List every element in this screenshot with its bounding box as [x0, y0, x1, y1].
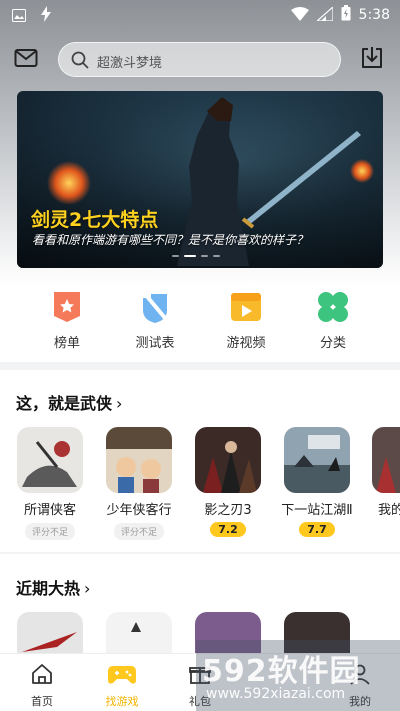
search-input[interactable]: 超激斗梦境	[58, 42, 341, 77]
signal-icon	[314, 5, 334, 25]
video-icon	[229, 290, 263, 324]
home-icon	[32, 664, 52, 684]
nav-label: 首页	[31, 695, 53, 708]
game-name: 我的	[378, 503, 400, 518]
mail-button[interactable]	[14, 48, 40, 70]
banner-title: 剑灵2七大特点	[31, 209, 159, 231]
game-thumbnail	[195, 427, 261, 493]
section-title-text: 这，就是武侠	[16, 394, 113, 413]
game-thumbnail	[372, 427, 400, 493]
test-table-icon	[138, 290, 172, 324]
game-name: 下一站江湖Ⅱ	[281, 503, 353, 518]
game-thumbnail	[106, 427, 172, 493]
chevron-right-icon: ›	[84, 579, 91, 598]
gamepad-icon	[108, 666, 136, 684]
carousel-dot[interactable]	[172, 255, 179, 257]
wifi-icon	[290, 6, 309, 25]
clock: 5:38	[358, 7, 390, 23]
quick-item-category[interactable]: 分类	[293, 290, 373, 351]
carousel-dot[interactable]	[201, 255, 208, 257]
game-card[interactable]: 少年侠客行 评分不足	[101, 427, 177, 540]
watermark-url: www.592xiazai.com	[206, 686, 346, 702]
quick-item-video[interactable]: 游视频	[206, 290, 286, 351]
game-thumbnail	[17, 427, 83, 493]
carousel-dot-active[interactable]	[184, 255, 196, 257]
banner-subtitle: 看看和原作端游有哪些不同？是不是你喜欢的样子？	[32, 233, 309, 247]
carousel-indicator	[172, 255, 220, 257]
mail-icon	[14, 49, 38, 67]
divider	[0, 552, 400, 554]
search-placeholder: 超激斗梦境	[97, 56, 163, 71]
quick-item-label: 游视频	[226, 336, 266, 351]
game-thumbnail	[284, 427, 350, 493]
battery-icon	[341, 5, 351, 25]
nav-item-home[interactable]: 首页	[12, 662, 72, 709]
game-card[interactable]: 影之刃3 7.2	[190, 427, 266, 537]
download-icon	[362, 47, 382, 68]
game-rating: 7.7	[299, 522, 335, 537]
chevron-right-icon: ›	[116, 394, 123, 413]
game-name: 少年侠客行	[106, 503, 172, 518]
category-icon	[316, 290, 350, 324]
nav-item-find-games[interactable]: 找游戏	[92, 662, 152, 709]
divider	[0, 362, 400, 370]
quick-item-label: 分类	[319, 336, 346, 351]
nav-label: 找游戏	[105, 695, 139, 708]
download-button[interactable]	[360, 46, 386, 72]
game-name: 影之刃3	[204, 503, 252, 518]
game-card[interactable]: 所谓侠客 评分不足	[12, 427, 88, 540]
lightning-icon	[40, 6, 52, 26]
search-icon	[71, 51, 89, 73]
game-name: 所谓侠客	[23, 503, 76, 518]
section-title-wuxia[interactable]: 这，就是武侠 ›	[16, 390, 122, 414]
quick-item-ranking[interactable]: 榜单	[27, 290, 107, 351]
carousel-dot[interactable]	[213, 255, 220, 257]
game-rating: 评分不足	[113, 523, 164, 540]
game-rating: 评分不足	[24, 523, 75, 540]
banner-carousel[interactable]: 剑灵2七大特点 看看和原作端游有哪些不同？是不是你喜欢的样子？	[17, 91, 383, 268]
game-rating: 7.2	[210, 522, 246, 537]
game-card[interactable]: 我的	[368, 427, 400, 518]
quick-item-label: 榜单	[53, 336, 80, 351]
section-title-hot[interactable]: 近期大热 ›	[16, 575, 90, 599]
quick-menu: 榜单 测试表 游视频 分类	[0, 284, 400, 362]
watermark: 592软件园 www.592xiazai.com	[196, 640, 400, 711]
quick-item-label: 测试表	[135, 336, 175, 351]
quick-item-test-table[interactable]: 测试表	[115, 290, 195, 351]
watermark-brand: 592软件园	[202, 654, 361, 689]
status-bar: 5:38	[0, 0, 400, 30]
gallery-icon	[12, 7, 26, 26]
ranking-icon	[50, 290, 84, 324]
section-title-text: 近期大热	[16, 579, 81, 598]
game-card[interactable]: 下一站江湖Ⅱ 7.7	[279, 427, 355, 537]
